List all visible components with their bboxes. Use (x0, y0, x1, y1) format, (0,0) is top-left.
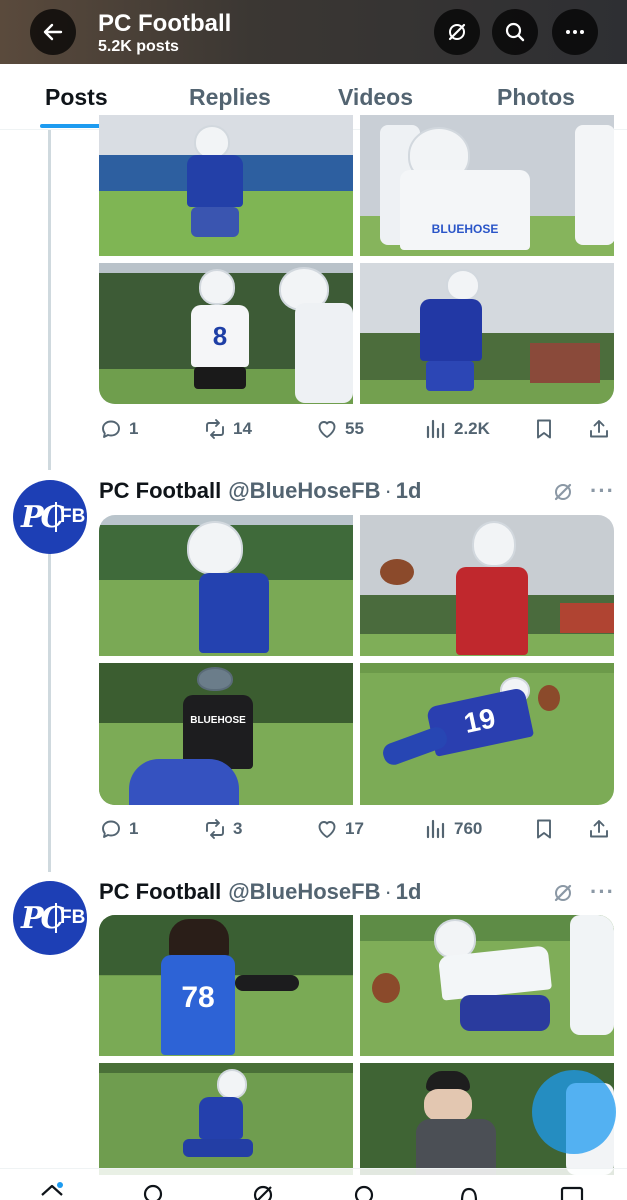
like-count: 55 (345, 419, 364, 438)
avatar[interactable]: PC FB (13, 881, 87, 955)
arrow-left-icon (43, 23, 63, 41)
jersey-number: 78 (161, 955, 235, 1055)
media-photo[interactable] (360, 263, 614, 404)
thread-line (48, 130, 51, 470)
avatar[interactable]: PC FB (13, 480, 87, 554)
home-icon (41, 1182, 63, 1196)
grok-icon (253, 1185, 273, 1200)
views-button[interactable]: 760 (424, 817, 482, 841)
media-photo[interactable]: 19 (360, 663, 614, 805)
media-photo[interactable] (99, 515, 353, 656)
post-count: 5.2K posts (98, 38, 179, 55)
media-photo[interactable]: BLUEHOSE (99, 663, 353, 805)
media-photo[interactable] (99, 1063, 353, 1175)
share-button[interactable] (587, 817, 611, 841)
post-time[interactable]: 1d (396, 879, 422, 905)
author-handle[interactable]: @BlueHoseFB (228, 879, 380, 905)
media-photo[interactable]: BLUEHOSE (360, 115, 614, 256)
more-button[interactable] (552, 9, 598, 55)
reply-icon (102, 820, 120, 838)
more-horizontal-icon (566, 30, 584, 34)
share-icon (590, 420, 608, 438)
search-button[interactable] (492, 9, 538, 55)
views-icon (426, 419, 445, 439)
author-handle[interactable]: @BlueHoseFB (228, 478, 380, 504)
post-time[interactable]: 1d (396, 478, 422, 504)
repost-button[interactable]: 3 (203, 817, 242, 841)
share-button[interactable] (587, 417, 611, 441)
repost-icon (206, 419, 224, 439)
search-tab[interactable] (140, 1181, 168, 1200)
reply-count: 1 (129, 819, 139, 838)
media-photo[interactable]: 8 (99, 263, 353, 404)
reply-button[interactable]: 1 (99, 417, 138, 441)
like-button[interactable]: 17 (315, 817, 364, 841)
repost-icon (206, 819, 224, 839)
media-photo[interactable] (99, 115, 353, 256)
media-photo[interactable] (360, 515, 614, 656)
notifications-tab[interactable] (455, 1181, 483, 1200)
jersey-number: 8 (191, 305, 249, 367)
reply-button[interactable]: 1 (99, 817, 138, 841)
home-tab[interactable] (38, 1181, 66, 1200)
views-icon (426, 819, 445, 839)
view-count: 760 (454, 819, 483, 838)
tab-photos[interactable]: Photos (497, 84, 575, 111)
profile-header: PC Football 5.2K posts (0, 0, 627, 64)
author-name[interactable]: PC Football (99, 478, 221, 504)
messages-tab[interactable] (558, 1181, 586, 1200)
repost-button[interactable]: 14 (203, 417, 252, 441)
grok-button[interactable] (434, 9, 480, 55)
author-name[interactable]: PC Football (99, 879, 221, 905)
bookmark-icon (537, 819, 551, 839)
back-button[interactable] (30, 9, 76, 55)
post-more-button[interactable]: ··· (590, 478, 614, 503)
reply-count: 1 (129, 419, 139, 438)
heart-icon (318, 821, 336, 838)
post-more-button[interactable]: ··· (590, 879, 614, 904)
post-header: PC Football @BlueHoseFB · 1d (99, 879, 422, 905)
repost-count: 14 (233, 419, 252, 438)
bell-icon (460, 1187, 478, 1200)
media-photo[interactable] (360, 915, 614, 1056)
grok-icon (448, 23, 466, 41)
compose-fab[interactable] (532, 1070, 616, 1154)
grok-icon[interactable] (551, 881, 575, 905)
like-button[interactable]: 55 (315, 417, 364, 441)
tab-posts[interactable]: Posts (45, 84, 108, 111)
like-count: 17 (345, 819, 364, 838)
post-actions: 1 3 17 760 (99, 817, 614, 847)
bookmark-button[interactable] (532, 417, 556, 441)
repost-count: 3 (233, 819, 243, 838)
communities-tab[interactable] (350, 1181, 378, 1200)
post-actions: 1 14 55 2.2K (99, 417, 614, 447)
media-photo[interactable]: 78 (99, 915, 353, 1056)
share-icon (590, 820, 608, 838)
heart-icon (318, 421, 336, 438)
post-media-grid[interactable]: BLUEHOSE 8 (99, 115, 614, 404)
post-header: PC Football @BlueHoseFB · 1d (99, 478, 422, 504)
tab-replies[interactable]: Replies (189, 84, 271, 111)
view-count: 2.2K (454, 419, 490, 438)
post-media-grid[interactable]: 78 (99, 915, 614, 1175)
grok-icon[interactable] (551, 480, 575, 504)
search-icon (505, 22, 525, 42)
bookmark-button[interactable] (532, 817, 556, 841)
profile-title: PC Football (98, 10, 232, 37)
thread-line (48, 532, 51, 872)
bottom-nav (0, 1168, 627, 1200)
reply-icon (102, 420, 120, 438)
tab-videos[interactable]: Videos (338, 84, 413, 111)
post-media-grid[interactable]: BLUEHOSE 19 (99, 515, 614, 805)
search-icon (143, 1184, 163, 1200)
bookmark-icon (537, 419, 551, 439)
views-button[interactable]: 2.2K (424, 417, 490, 441)
mail-icon (560, 1186, 584, 1200)
communities-icon (354, 1185, 374, 1200)
grok-tab[interactable] (249, 1181, 277, 1200)
